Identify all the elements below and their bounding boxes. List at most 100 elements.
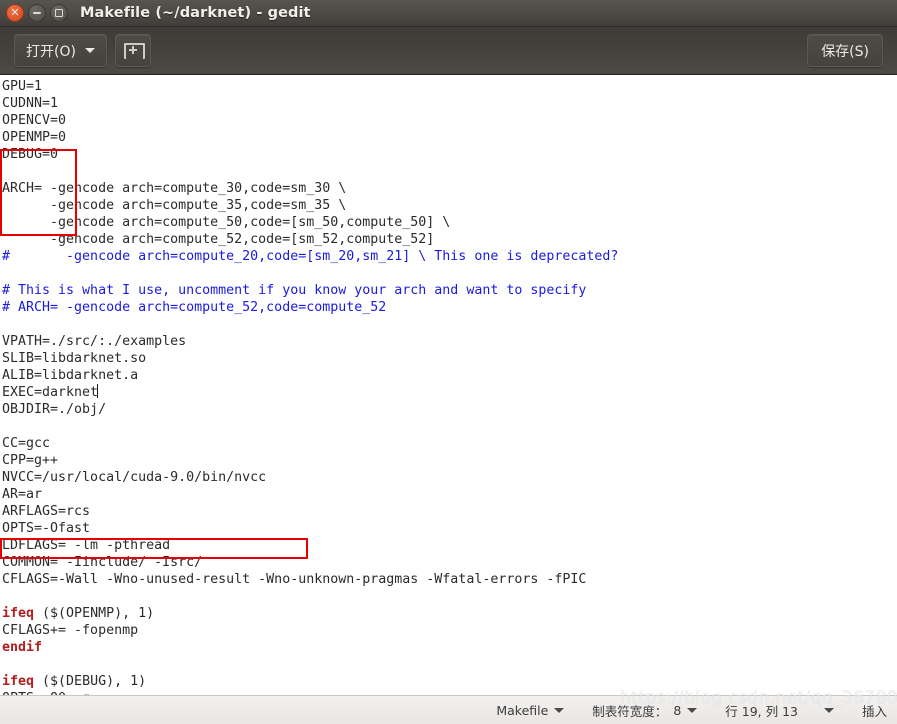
code-text: LDFLAGS= -lm -pthread xyxy=(2,538,171,553)
save-button[interactable]: 保存(S) xyxy=(807,34,883,67)
code-line[interactable]: OPTS=-Ofast xyxy=(2,520,897,537)
code-line[interactable] xyxy=(2,588,897,605)
code-line[interactable]: OPENMP=0 xyxy=(2,129,897,146)
code-text: -gencode arch=compute_52,code=[sm_52,com… xyxy=(2,232,435,247)
language-label: Makefile xyxy=(496,702,549,718)
code-line[interactable]: ifeq ($(OPENMP), 1) xyxy=(2,605,897,622)
code-line[interactable]: -gencode arch=compute_35,code=sm_35 \ xyxy=(2,197,897,214)
code-text: EXEC=darknet xyxy=(2,385,99,400)
code-line[interactable]: COMMON= -Iinclude/ -Isrc/ xyxy=(2,554,897,571)
code-text: -gencode arch=compute_50,code=[sm_50,com… xyxy=(2,215,451,230)
code-text: ARCH= -gencode arch=compute_30,code=sm_3… xyxy=(2,181,347,196)
tab-width-value: 8 xyxy=(673,702,682,718)
code-line[interactable] xyxy=(2,418,897,435)
code-line[interactable]: AR=ar xyxy=(2,486,897,503)
code-line[interactable]: OPENCV=0 xyxy=(2,112,897,129)
tab-width-selector[interactable]: 制表符宽度： 8 xyxy=(592,701,698,720)
code-line[interactable]: -gencode arch=compute_50,code=[sm_50,com… xyxy=(2,214,897,231)
maximize-icon[interactable] xyxy=(50,4,68,22)
code-line[interactable]: ARCH= -gencode arch=compute_30,code=sm_3… xyxy=(2,180,897,197)
code-text: NVCC=/usr/local/cuda-9.0/bin/nvcc xyxy=(2,470,267,485)
code-line[interactable]: ALIB=libdarknet.a xyxy=(2,367,897,384)
gedit-window: ✕ Makefile (~/darknet) - gedit 打开(O) 保存(… xyxy=(0,0,897,724)
code-text: ALIB=libdarknet.a xyxy=(2,368,139,383)
code-line[interactable]: # This is what I use, uncomment if you k… xyxy=(2,282,897,299)
code-line[interactable]: CPP=g++ xyxy=(2,452,897,469)
code-text: CC=gcc xyxy=(2,436,51,451)
code-text: CFLAGS=-Wall -Wno-unused-result -Wno-unk… xyxy=(2,572,587,587)
code-line[interactable]: endif xyxy=(2,639,897,656)
code-line[interactable]: OBJDIR=./obj/ xyxy=(2,401,897,418)
insert-mode-label: 插入 xyxy=(861,703,887,719)
code-line[interactable]: # ARCH= -gencode arch=compute_52,code=co… xyxy=(2,299,897,316)
code-text: OPENMP=0 xyxy=(2,130,67,145)
text-cursor xyxy=(97,384,99,398)
chevron-down-icon xyxy=(823,707,834,713)
maximize-glyph xyxy=(55,9,63,17)
new-document-button[interactable] xyxy=(114,34,151,67)
code-content[interactable]: GPU=1 CUDNN=1 OPENCV=0 OPENMP=0 DEBUG=0 ARCH… xyxy=(2,78,897,695)
code-text: ($(OPENMP), 1) xyxy=(34,606,155,621)
code-line[interactable] xyxy=(2,265,897,282)
save-button-label: 保存(S) xyxy=(821,43,869,60)
comment-text: # This is what I use, uncomment if you k… xyxy=(2,283,587,298)
close-icon[interactable]: ✕ xyxy=(6,4,24,22)
language-selector[interactable]: Makefile xyxy=(496,702,565,718)
code-line[interactable]: CC=gcc xyxy=(2,435,897,452)
code-line[interactable]: EXEC=darknet xyxy=(2,384,897,401)
code-line[interactable]: LDFLAGS= -lm -pthread xyxy=(2,537,897,554)
minimize-glyph xyxy=(33,12,41,14)
comment-text: # ARCH= -gencode arch=compute_52,code=co… xyxy=(2,300,387,315)
title-bar: ✕ Makefile (~/darknet) - gedit xyxy=(0,0,897,27)
toolbar: 打开(O) 保存(S) xyxy=(0,27,897,75)
chevron-down-icon xyxy=(554,707,565,713)
code-text: OBJDIR=./obj/ xyxy=(2,402,107,417)
code-text: ARFLAGS=rcs xyxy=(2,504,91,519)
makefile-keyword: endif xyxy=(2,640,43,655)
code-text: SLIB=libdarknet.so xyxy=(2,351,147,366)
code-line[interactable] xyxy=(2,163,897,180)
window-controls: ✕ xyxy=(0,4,68,22)
cursor-position-selector[interactable]: 行 19, 列 13 xyxy=(725,701,834,720)
code-line[interactable]: CFLAGS+= -fopenmp xyxy=(2,622,897,639)
code-text: VPATH=./src/:./examples xyxy=(2,334,187,349)
code-line[interactable]: ifeq ($(DEBUG), 1) xyxy=(2,673,897,690)
code-line[interactable]: NVCC=/usr/local/cuda-9.0/bin/nvcc xyxy=(2,469,897,486)
code-line[interactable]: SLIB=libdarknet.so xyxy=(2,350,897,367)
tab-width-label: 制表符宽度： xyxy=(592,703,668,719)
text-editor-area[interactable]: GPU=1 CUDNN=1 OPENCV=0 OPENMP=0 DEBUG=0 ARCH… xyxy=(0,75,897,695)
open-file-button[interactable]: 打开(O) xyxy=(14,34,107,67)
code-text: DEBUG=0 xyxy=(2,147,59,162)
code-text: CUDNN=1 xyxy=(2,96,59,111)
code-text: OPTS=-Ofast xyxy=(2,521,91,536)
code-line[interactable]: CUDNN=1 xyxy=(2,95,897,112)
code-text: -gencode arch=compute_35,code=sm_35 \ xyxy=(2,198,347,213)
cursor-position-label: 行 19, 列 13 xyxy=(725,703,798,719)
code-line[interactable]: CFLAGS=-Wall -Wno-unused-result -Wno-unk… xyxy=(2,571,897,588)
code-line[interactable]: # -gencode arch=compute_20,code=[sm_20,s… xyxy=(2,248,897,265)
code-line[interactable]: DEBUG=0 xyxy=(2,146,897,163)
code-line[interactable]: VPATH=./src/:./examples xyxy=(2,333,897,350)
insert-mode-indicator[interactable]: 插入 xyxy=(862,701,887,720)
code-text: COMMON= -Iinclude/ -Isrc/ xyxy=(2,555,203,570)
code-text: AR=ar xyxy=(2,487,43,502)
code-text: OPENCV=0 xyxy=(2,113,67,128)
new-document-icon xyxy=(124,42,146,59)
code-text: CFLAGS+= -fopenmp xyxy=(2,623,139,638)
status-bar: Makefile 制表符宽度： 8 行 19, 列 13 插入 xyxy=(0,695,897,724)
code-line[interactable]: ARFLAGS=rcs xyxy=(2,503,897,520)
code-line[interactable] xyxy=(2,656,897,673)
code-line[interactable] xyxy=(2,316,897,333)
makefile-keyword: ifeq xyxy=(2,606,35,621)
code-line[interactable]: GPU=1 xyxy=(2,78,897,95)
code-line[interactable]: -gencode arch=compute_52,code=[sm_52,com… xyxy=(2,231,897,248)
code-text: CPP=g++ xyxy=(2,453,59,468)
open-file-label: 打开(O) xyxy=(26,43,76,60)
minimize-icon[interactable] xyxy=(28,4,46,22)
